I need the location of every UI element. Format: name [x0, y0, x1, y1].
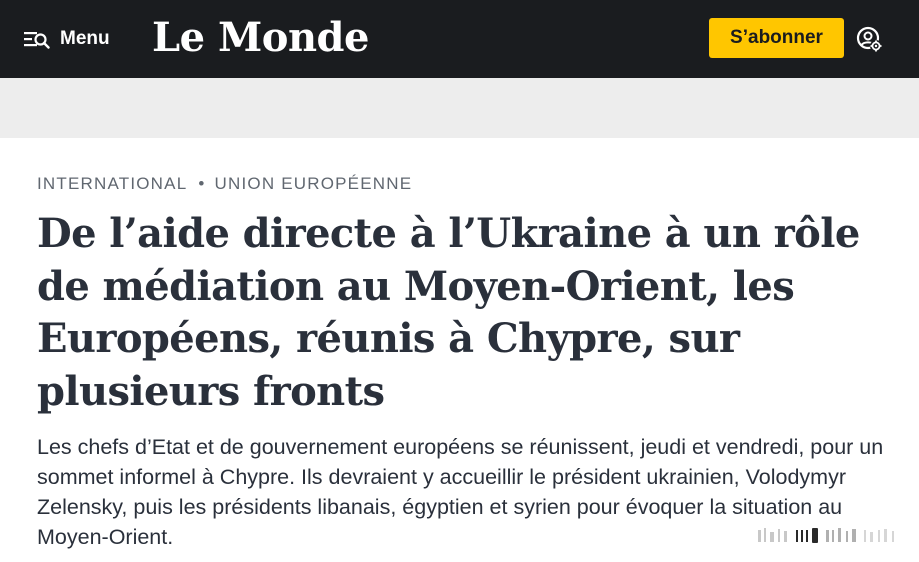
account-settings-icon: [856, 26, 884, 58]
account-settings-button[interactable]: [856, 26, 884, 54]
top-navigation-bar: Menu Le Monde S’abonner: [0, 0, 919, 78]
article-kicker: INTERNATIONAL • UNION EUROPÉENNE: [37, 174, 412, 194]
watermark-image: [752, 524, 904, 548]
article-headline: De l’aide directe à l’Ukraine à un rôle …: [37, 210, 860, 415]
menu-button[interactable]: Menu: [24, 24, 110, 54]
subscribe-button[interactable]: S’abonner: [709, 18, 844, 58]
le-monde-logo[interactable]: Le Monde: [152, 12, 369, 64]
ad-placeholder-band: [0, 78, 919, 138]
kicker-subsection-link[interactable]: UNION EUROPÉENNE: [215, 174, 413, 194]
kicker-section-link[interactable]: INTERNATIONAL: [37, 174, 187, 194]
kicker-separator: •: [198, 174, 206, 193]
menu-search-icon: [24, 29, 50, 49]
menu-label: Menu: [60, 28, 110, 49]
